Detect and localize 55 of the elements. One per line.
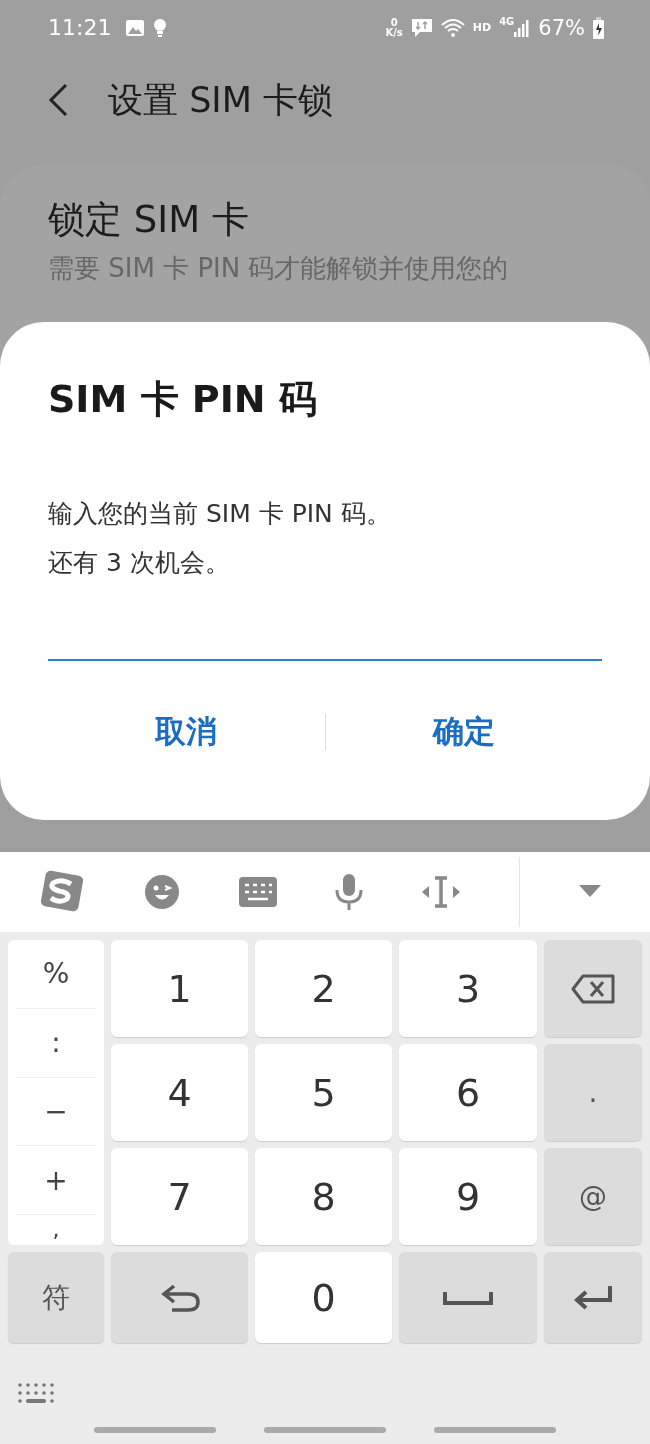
net-speed-unit: K/s (385, 27, 403, 38)
bulb-icon (153, 17, 168, 38)
digit-key[interactable]: 2 (255, 940, 392, 1037)
space-key[interactable] (399, 1252, 537, 1343)
keyboard-icon[interactable] (238, 877, 277, 907)
symbol-key[interactable]: @ (544, 1148, 642, 1245)
setting-title: 锁定 SIM 卡 (48, 197, 250, 243)
symbol-key[interactable]: . (544, 1044, 642, 1141)
microphone-icon[interactable] (335, 874, 364, 910)
dialog-title: SIM 卡 PIN 码 (48, 376, 318, 423)
clock-time: 11:21 (48, 15, 112, 40)
emoji-icon[interactable] (144, 874, 181, 910)
battery-percent: 67% (538, 15, 585, 40)
collapse-caret-icon[interactable] (578, 885, 601, 899)
digit-key[interactable]: 4 (111, 1044, 248, 1141)
symbol-key[interactable]: 符 (8, 1252, 104, 1343)
battery-charging-icon (593, 16, 604, 39)
digit-key[interactable]: 7 (111, 1148, 248, 1245)
symbol-key[interactable]: − (16, 1077, 96, 1147)
wifi-icon (440, 17, 465, 38)
symbol-key[interactable]: + (16, 1146, 96, 1215)
image-icon (125, 18, 146, 37)
page-title: 设置 SIM 卡锁 (108, 78, 333, 122)
nav-handle[interactable] (94, 1427, 216, 1433)
digit-key[interactable]: 0 (255, 1252, 392, 1343)
digit-key[interactable]: 1 (111, 940, 248, 1037)
backspace-icon (571, 973, 615, 1004)
digit-key[interactable]: 5 (255, 1044, 392, 1141)
enter-icon (572, 1283, 614, 1312)
setting-description: 需要 SIM 卡 PIN 码才能解锁并使用您的 (48, 252, 510, 285)
symbol-key[interactable]: % (16, 940, 96, 1009)
hd-label: HD (472, 21, 492, 34)
space-icon (443, 1289, 493, 1306)
nav-handle[interactable] (264, 1427, 386, 1433)
symbol-key[interactable]: : (16, 1008, 96, 1078)
signal-icon (514, 17, 531, 38)
nav-handle[interactable] (434, 1427, 556, 1433)
symbol-key[interactable]: , (16, 1215, 96, 1245)
backspace-key[interactable] (544, 940, 642, 1037)
dialog-button[interactable]: 取消 (48, 703, 325, 761)
digit-key[interactable]: 9 (399, 1148, 537, 1245)
cursor-move-icon[interactable] (422, 876, 461, 908)
dialog-button[interactable]: 确定 (325, 703, 602, 761)
net-speed-value: 0 (390, 17, 398, 28)
back-icon[interactable] (48, 83, 68, 117)
digit-key[interactable]: 8 (255, 1148, 392, 1245)
network-label: 4G (499, 16, 515, 27)
enter-key[interactable] (544, 1252, 642, 1343)
dialog-message: 还有 3 次机会。 (48, 547, 231, 579)
undo-key[interactable] (111, 1252, 248, 1343)
keyboard-dots-icon[interactable] (18, 1383, 54, 1403)
digit-key[interactable]: 3 (399, 940, 537, 1037)
digit-key[interactable]: 6 (399, 1044, 537, 1141)
chat-arrows-icon (410, 16, 433, 39)
dialog-message: 输入您的当前 SIM 卡 PIN 码。 (48, 498, 392, 530)
